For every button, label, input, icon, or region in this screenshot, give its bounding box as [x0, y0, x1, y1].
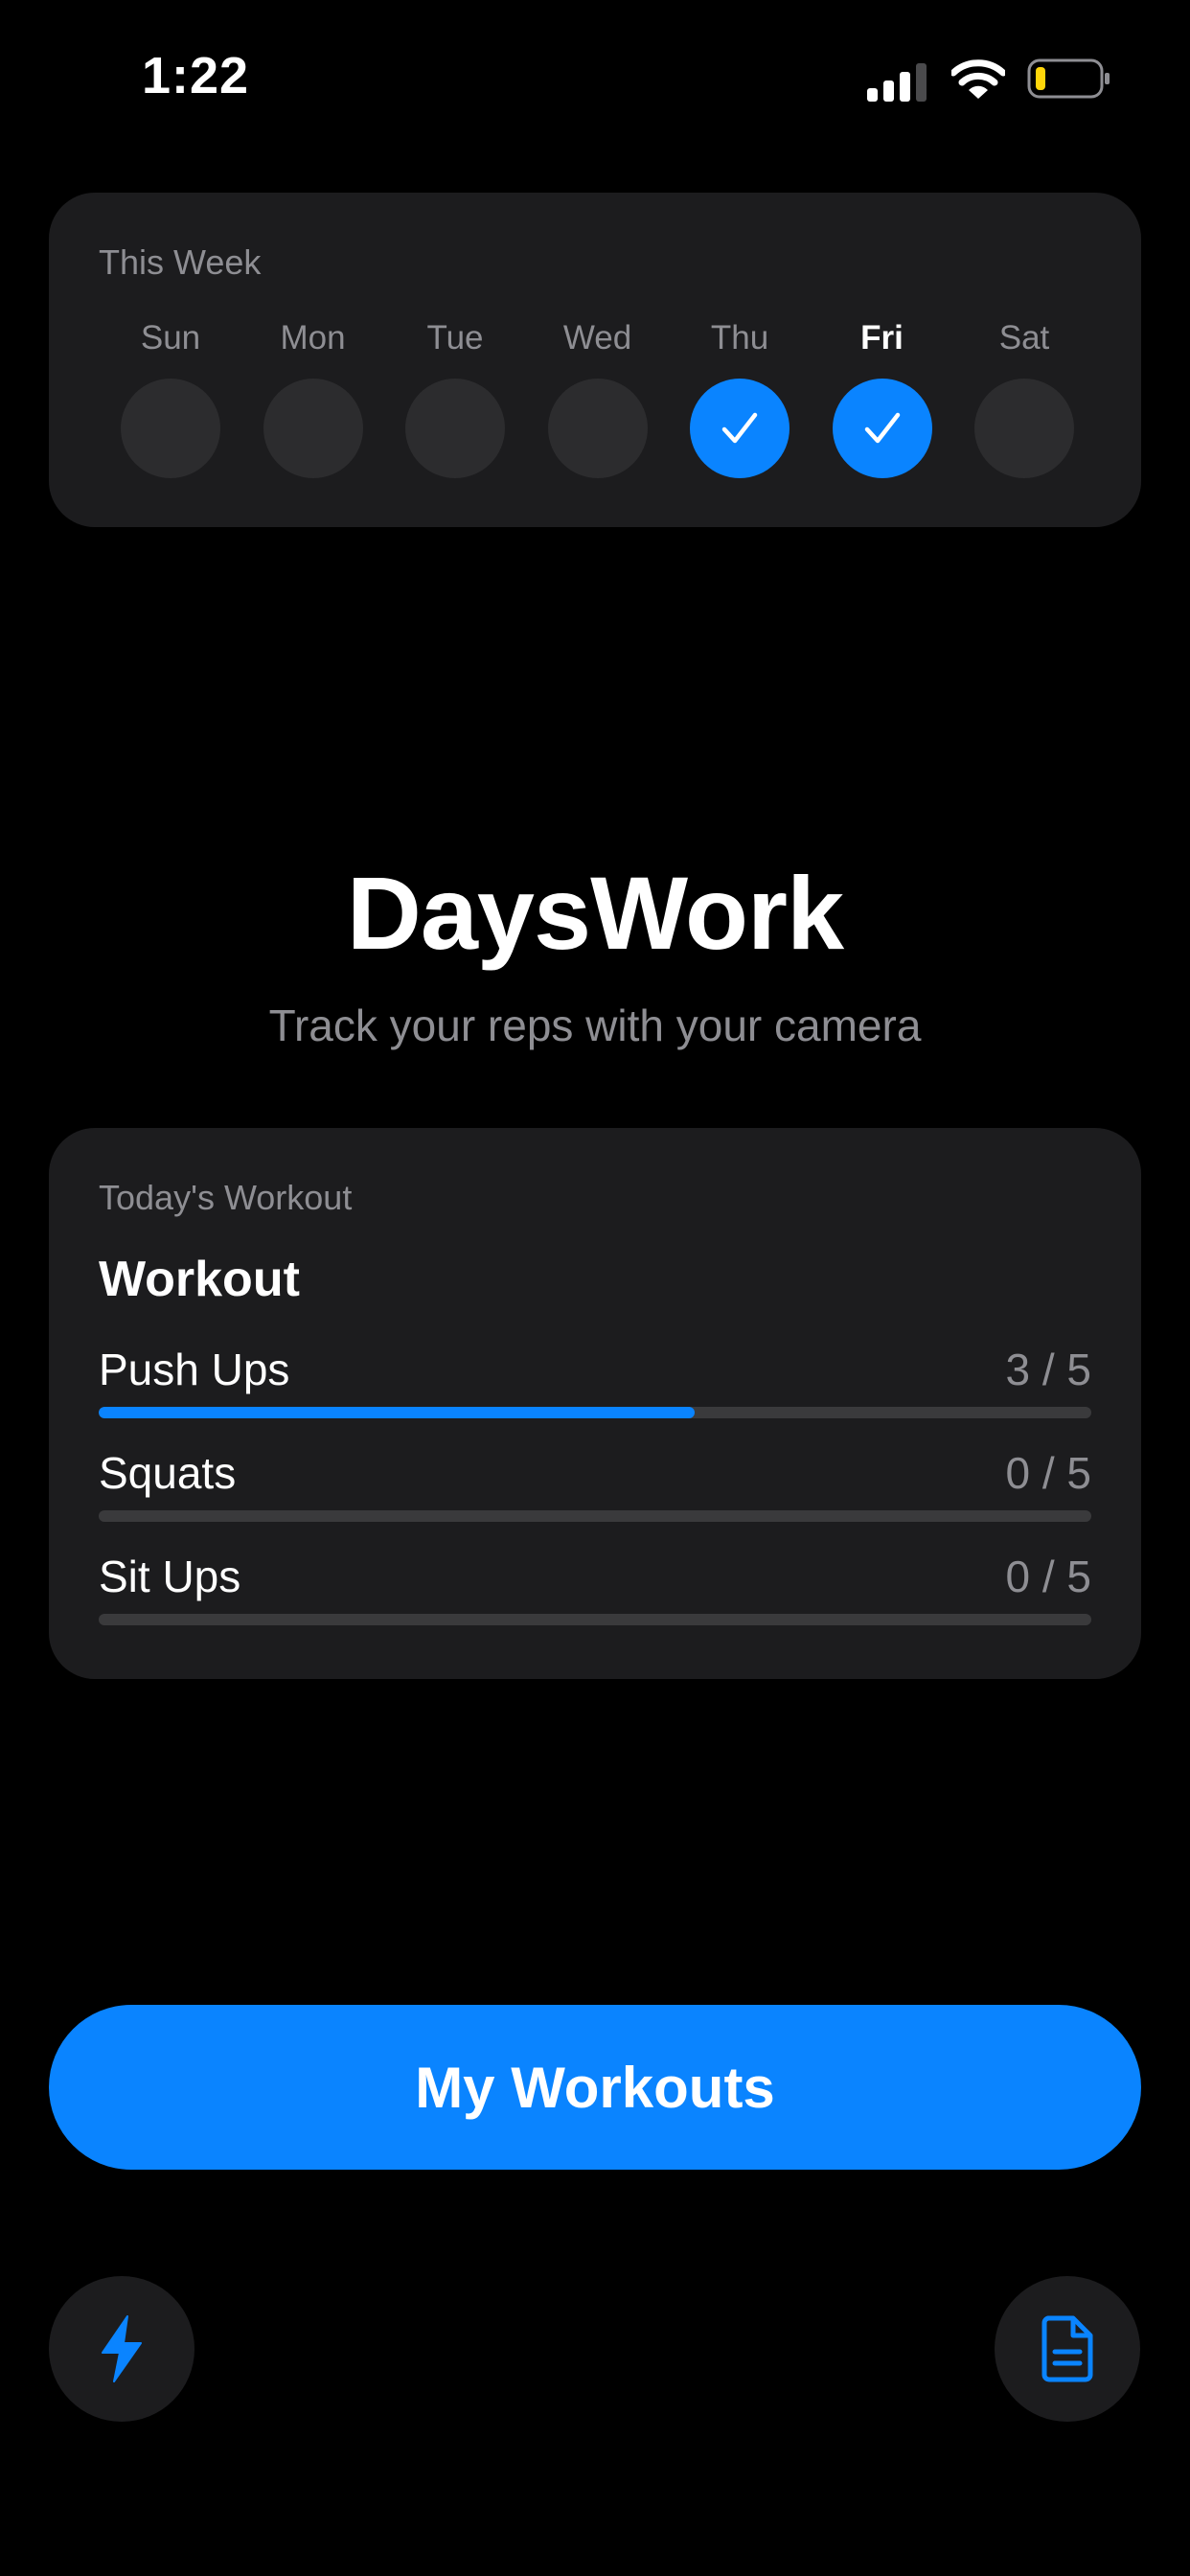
- app-subtitle: Track your reps with your camera: [268, 1000, 922, 1050]
- my-workouts-button[interactable]: My Workouts: [49, 2005, 1141, 2170]
- day-tue[interactable]: Tue: [405, 317, 505, 478]
- day-empty-circle[interactable]: [263, 379, 363, 478]
- day-mon[interactable]: Mon: [263, 317, 363, 478]
- checkmark-icon: [864, 412, 900, 444]
- app-title: DaysWork: [346, 855, 844, 971]
- day-label: Wed: [562, 319, 632, 356]
- exercise-count: 0 / 5: [1005, 1448, 1091, 1498]
- status-time: 1:22: [142, 47, 250, 104]
- cellular-signal-icon: [867, 63, 927, 102]
- day-label: Fri: [860, 319, 904, 356]
- bolt-icon: [102, 2315, 142, 2382]
- exercise-row[interactable]: Sit Ups 0 / 5: [99, 1551, 1091, 1627]
- exercise-row[interactable]: Push Ups 3 / 5: [99, 1344, 1091, 1420]
- day-empty-circle[interactable]: [974, 379, 1074, 478]
- day-empty-circle[interactable]: [547, 379, 648, 478]
- today-caption: Today's Workout: [99, 1178, 353, 1217]
- day-completed-circle[interactable]: [832, 379, 932, 478]
- day-label: Mon: [280, 319, 346, 356]
- day-label: Sun: [140, 319, 201, 356]
- status-icons: [867, 58, 1111, 102]
- document-icon: [1041, 2315, 1093, 2382]
- today-workout-card[interactable]: Today's Workout Workout Push Ups 3 / 5 Squ…: [49, 1128, 1141, 1679]
- week-caption: This Week: [99, 242, 262, 282]
- exercise-count: 3 / 5: [1005, 1345, 1091, 1394]
- day-completed-circle[interactable]: [690, 379, 790, 478]
- day-sat[interactable]: Sat: [974, 317, 1074, 478]
- quick-start-button[interactable]: [49, 2276, 195, 2422]
- exercise-count: 0 / 5: [1005, 1552, 1091, 1601]
- exercise-name: Push Ups: [99, 1345, 290, 1394]
- day-label: Thu: [710, 319, 769, 356]
- checkmark-icon: [721, 412, 758, 444]
- day-sun[interactable]: Sun: [121, 317, 220, 478]
- day-wed[interactable]: Wed: [547, 317, 648, 478]
- exercise-name: Squats: [99, 1448, 237, 1498]
- progress-bar: [99, 1510, 1091, 1522]
- day-empty-circle[interactable]: [405, 379, 505, 478]
- day-empty-circle[interactable]: [121, 379, 220, 478]
- wifi-icon: [951, 59, 1005, 99]
- day-fri[interactable]: Fri: [832, 317, 932, 478]
- week-card: This Week Sun Mon Tue Wed Thu Fri Sat: [49, 193, 1141, 527]
- day-label: Sat: [998, 319, 1050, 356]
- workout-name: Workout: [99, 1252, 300, 1307]
- history-button[interactable]: [995, 2276, 1140, 2422]
- day-label: Tue: [426, 319, 484, 356]
- progress-fill: [99, 1407, 695, 1418]
- progress-bar: [99, 1407, 1091, 1418]
- day-thu[interactable]: Thu: [690, 317, 790, 478]
- battery-low-icon: [1027, 58, 1110, 99]
- progress-bar: [99, 1614, 1091, 1625]
- exercise-row[interactable]: Squats 0 / 5: [99, 1447, 1091, 1524]
- exercise-name: Sit Ups: [99, 1552, 241, 1601]
